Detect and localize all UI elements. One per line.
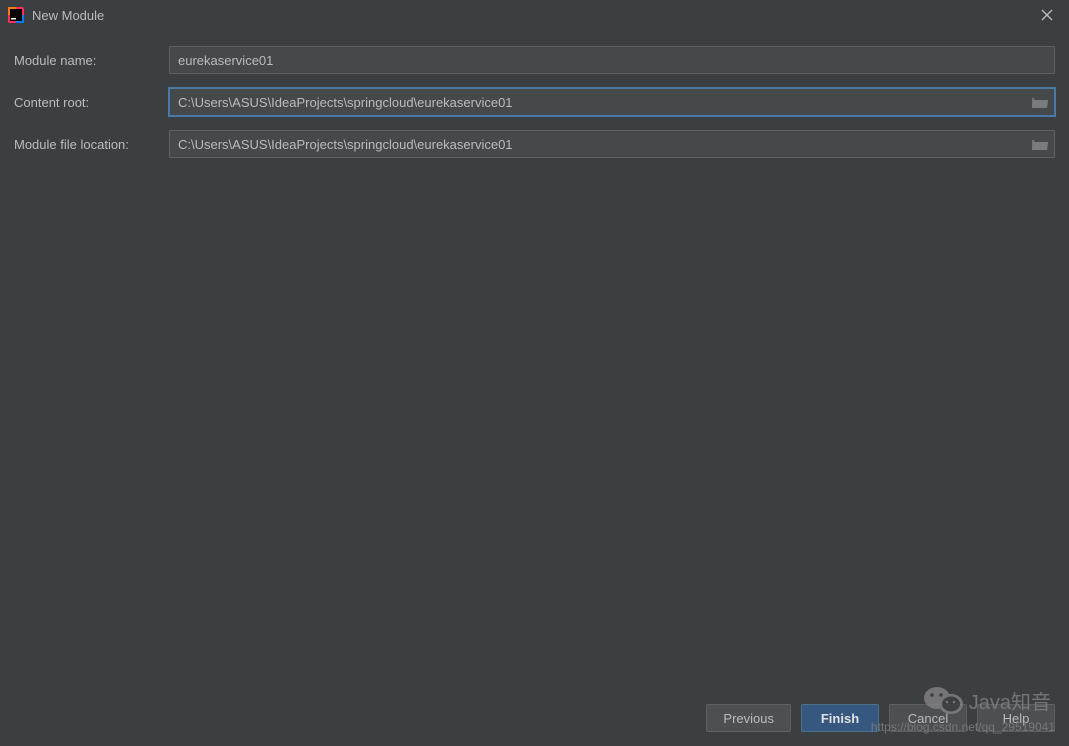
help-button[interactable]: Help: [977, 704, 1055, 732]
browse-content-root-icon[interactable]: [1031, 95, 1049, 109]
module-file-location-row: Module file location:: [14, 130, 1055, 158]
module-file-location-label: Module file location:: [14, 137, 169, 152]
cancel-button[interactable]: Cancel: [889, 704, 967, 732]
module-name-label: Module name:: [14, 53, 169, 68]
intellij-icon: [8, 7, 24, 23]
window-title: New Module: [32, 8, 1033, 23]
titlebar: New Module: [0, 0, 1069, 30]
module-name-input[interactable]: [169, 46, 1055, 74]
dialog-footer: Previous Finish Cancel Help: [0, 698, 1069, 746]
content-root-input[interactable]: [169, 88, 1055, 116]
finish-button[interactable]: Finish: [801, 704, 879, 732]
content-root-label: Content root:: [14, 95, 169, 110]
dialog-content: Module name: Content root: Module file l…: [0, 30, 1069, 698]
browse-module-file-location-icon[interactable]: [1031, 137, 1049, 151]
content-root-row: Content root:: [14, 88, 1055, 116]
previous-button[interactable]: Previous: [706, 704, 791, 732]
module-file-location-input[interactable]: [169, 130, 1055, 158]
module-name-row: Module name:: [14, 46, 1055, 74]
new-module-dialog: New Module Module name: Content root:: [0, 0, 1069, 746]
close-button[interactable]: [1033, 1, 1061, 29]
